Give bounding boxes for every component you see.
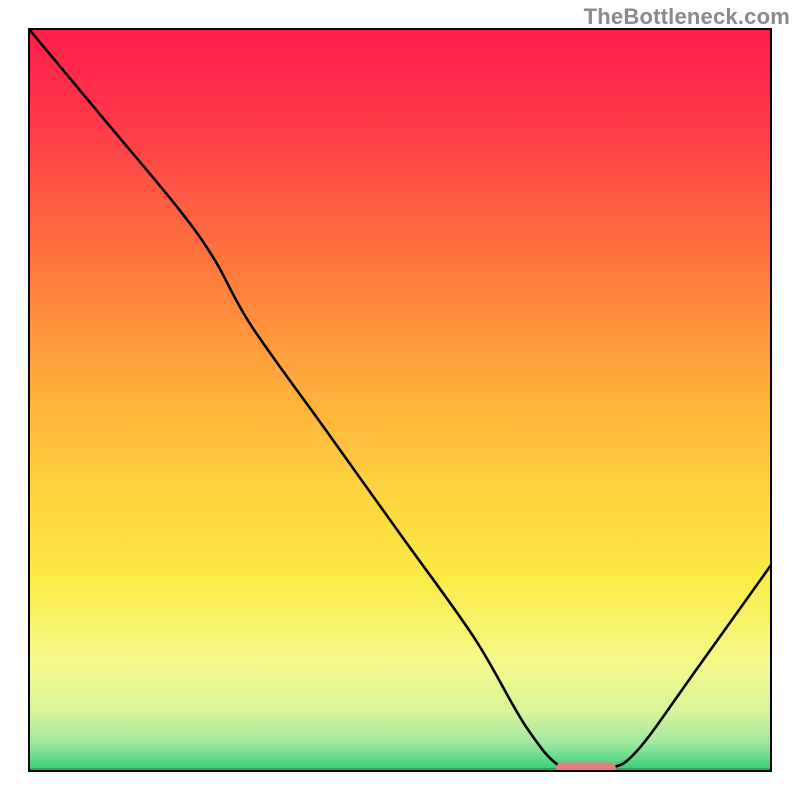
- chart-background: [28, 28, 772, 772]
- watermark-text: TheBottleneck.com: [584, 4, 790, 30]
- chart-canvas: [28, 28, 772, 772]
- chart-svg: [28, 28, 772, 772]
